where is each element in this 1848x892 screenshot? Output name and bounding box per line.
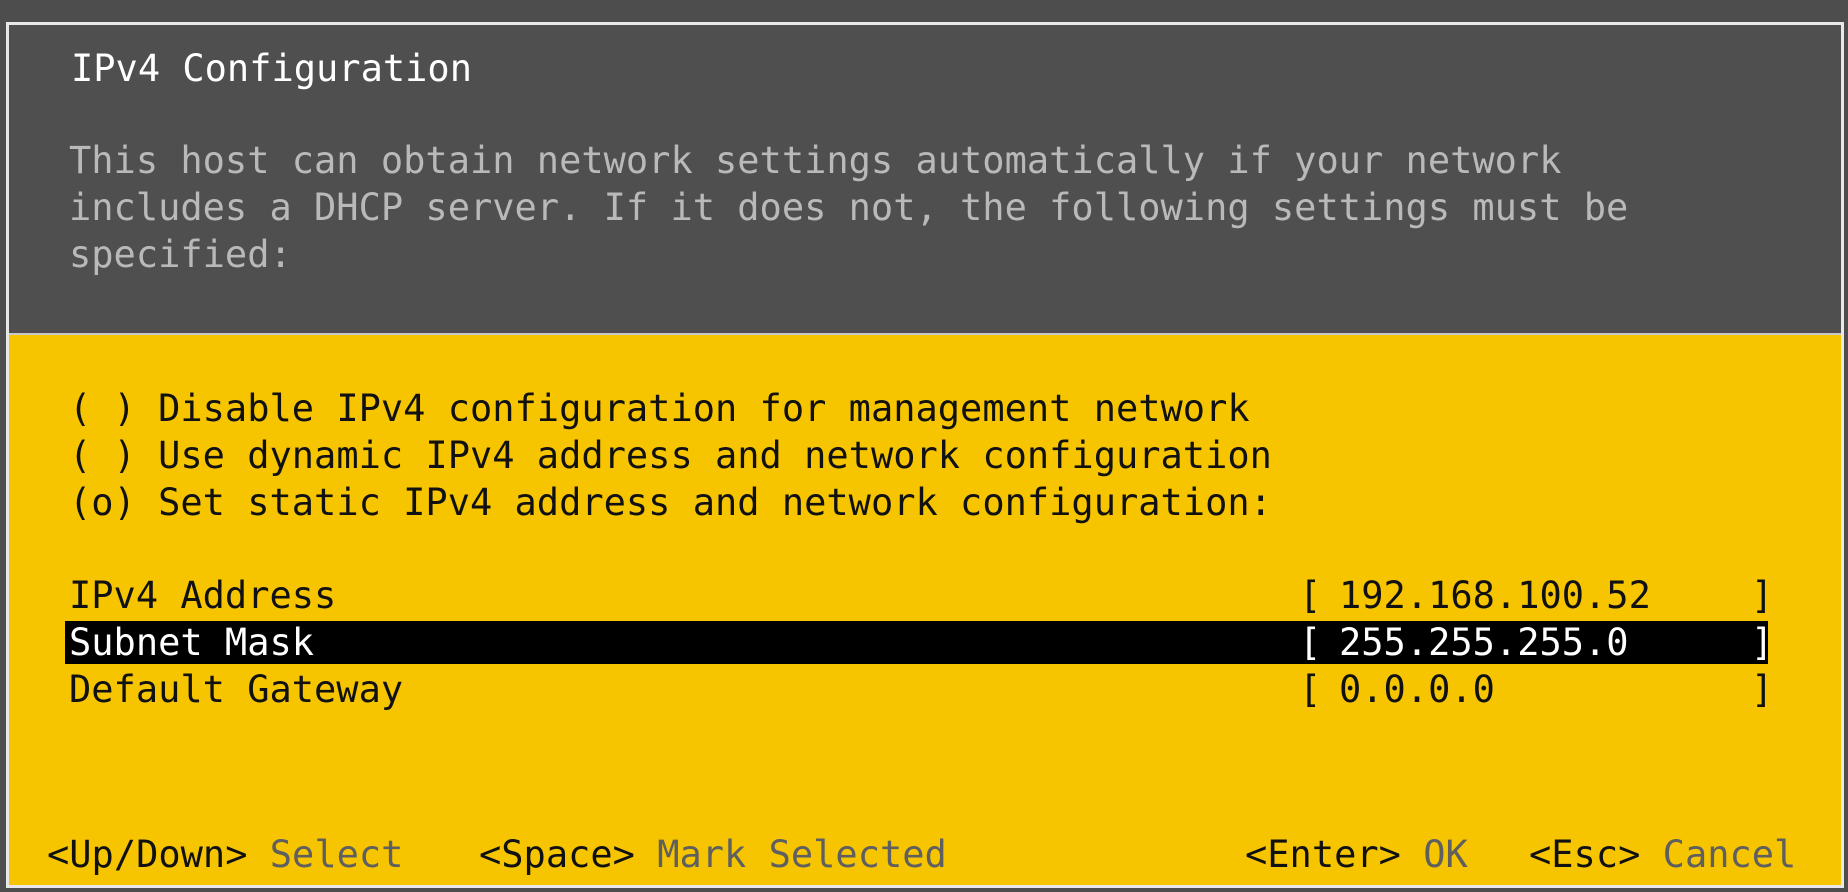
- hint-esc-cancel[interactable]: <Esc> Cancel: [1529, 831, 1796, 878]
- hint-enter-ok[interactable]: <Enter> OK: [1245, 831, 1468, 878]
- radio-marker: ( ): [69, 434, 136, 477]
- field-bracket-open: [: [1299, 574, 1322, 617]
- static-settings-fields: IPv4 Address [ 192.168.100.52 ] Subnet M…: [9, 572, 1841, 713]
- ipv4-address-value: 192.168.100.52: [1339, 574, 1651, 617]
- hint-up-down-select[interactable]: <Up/Down> Select: [47, 831, 403, 878]
- field-bracket-close: ]: [1751, 621, 1774, 664]
- default-gateway-label: Default Gateway: [69, 668, 404, 711]
- hint-key: <Up/Down>: [47, 833, 248, 876]
- hint-space-mark-selected[interactable]: <Space> Mark Selected: [479, 831, 947, 878]
- description-line: includes a DHCP server. If it does not, …: [69, 186, 1629, 229]
- subnet-mask-label: Subnet Mask: [69, 621, 315, 664]
- dialog-title: IPv4 Configuration: [71, 47, 472, 90]
- radio-dynamic-ipv4[interactable]: ( ) Use dynamic IPv4 address and network…: [69, 432, 1569, 479]
- subnet-mask-row[interactable]: Subnet Mask [ 255.255.255.0 ]: [9, 619, 1841, 666]
- radio-disable-ipv4[interactable]: ( ) Disable IPv4 configuration for manag…: [69, 385, 1569, 432]
- radio-label: Disable IPv4 configuration for managemen…: [158, 387, 1250, 430]
- field-bracket-close: ]: [1751, 668, 1774, 711]
- subnet-mask-field[interactable]: [ 255.255.255.0 ]: [1299, 619, 1773, 666]
- default-gateway-row[interactable]: Default Gateway [ 0.0.0.0 ]: [9, 666, 1841, 713]
- field-bracket-open: [: [1299, 621, 1322, 664]
- description-line: specified:: [69, 233, 292, 276]
- radio-label: Set static IPv4 address and network conf…: [158, 481, 1272, 524]
- hint-action: Cancel: [1662, 833, 1797, 876]
- ipv4-address-field[interactable]: [ 192.168.100.52 ]: [1299, 572, 1773, 619]
- description-line: This host can obtain network settings au…: [69, 139, 1562, 182]
- hint-key: <Esc>: [1529, 833, 1641, 876]
- subnet-mask-value: 255.255.255.0: [1339, 621, 1629, 664]
- key-hints-footer: <Up/Down> Select <Space> Mark Selected <…: [9, 831, 1841, 878]
- hint-action: Select: [269, 833, 404, 876]
- radio-marker: (o): [69, 481, 136, 524]
- console-screen: IPv4 Configuration This host can obtain …: [0, 0, 1848, 892]
- radio-static-ipv4[interactable]: (o) Set static IPv4 address and network …: [69, 479, 1569, 526]
- ipv4-mode-radio-group: ( ) Disable IPv4 configuration for manag…: [69, 385, 1569, 526]
- ipv4-address-label: IPv4 Address: [69, 574, 337, 617]
- default-gateway-field[interactable]: [ 0.0.0.0 ]: [1299, 666, 1773, 713]
- hint-key: <Enter>: [1245, 833, 1401, 876]
- default-gateway-value: 0.0.0.0: [1339, 668, 1495, 711]
- dialog-header: IPv4 Configuration This host can obtain …: [9, 25, 1841, 335]
- field-bracket-close: ]: [1751, 574, 1774, 617]
- hint-key: <Space>: [479, 833, 635, 876]
- field-bracket-open: [: [1299, 668, 1322, 711]
- hint-action: Mark Selected: [657, 833, 947, 876]
- ipv4-address-row[interactable]: IPv4 Address [ 192.168.100.52 ]: [9, 572, 1841, 619]
- radio-marker: ( ): [69, 387, 136, 430]
- hint-action: OK: [1423, 833, 1468, 876]
- radio-label: Use dynamic IPv4 address and network con…: [158, 434, 1272, 477]
- dialog-description: This host can obtain network settings au…: [69, 137, 1829, 278]
- ipv4-configuration-dialog: IPv4 Configuration This host can obtain …: [6, 22, 1844, 888]
